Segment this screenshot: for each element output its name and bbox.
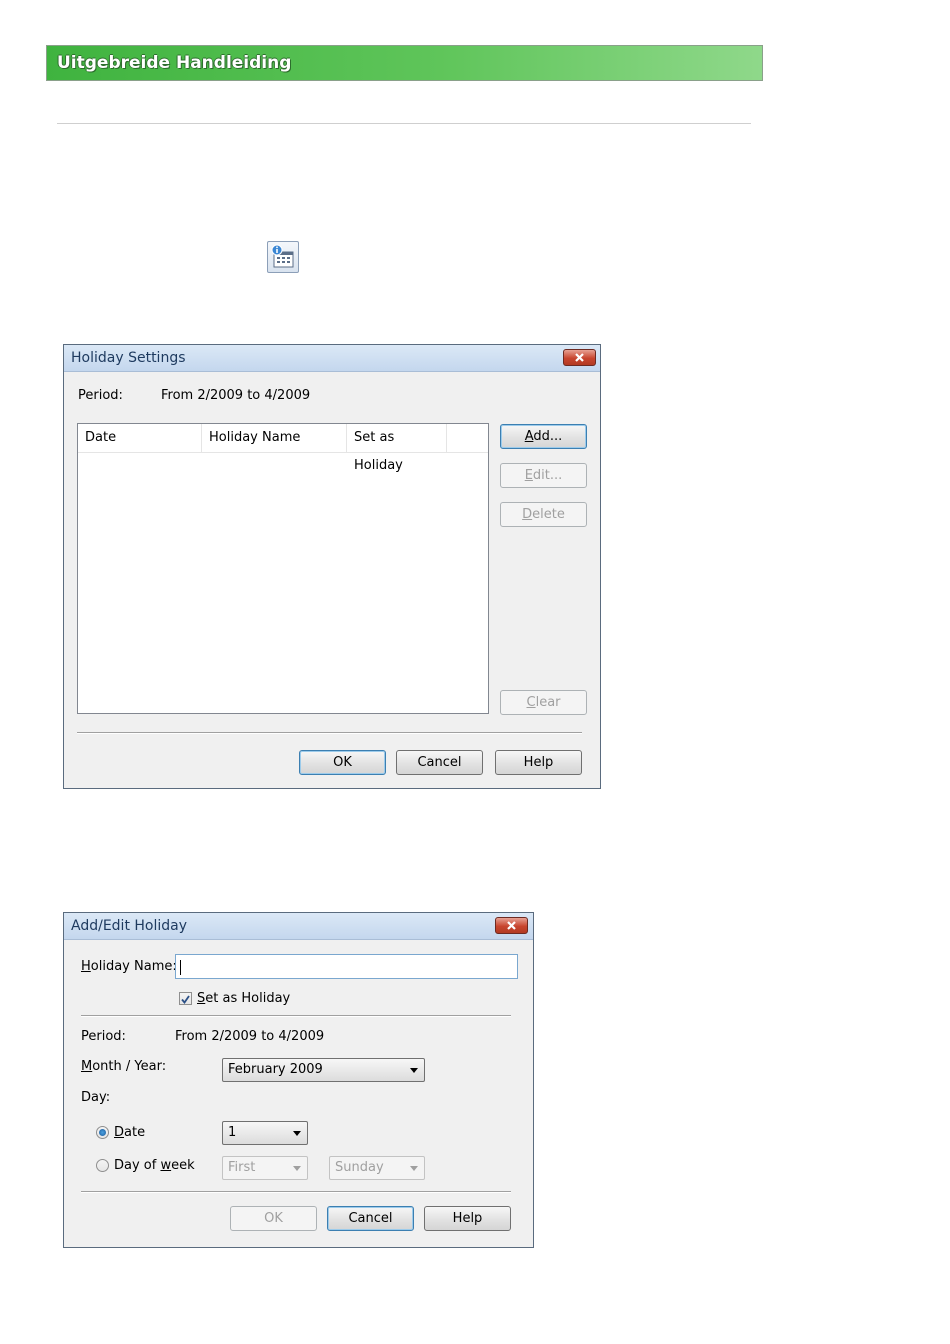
help-button[interactable]: Help	[495, 750, 582, 775]
title-bar: Holiday Settings	[64, 345, 600, 372]
date-option-mnemonic: D	[114, 1125, 125, 1140]
radio-selected-dot	[99, 1129, 106, 1136]
edit-button[interactable]: Edit...	[500, 463, 587, 488]
clear-button-label: lear	[535, 695, 561, 710]
ok-button[interactable]: OK	[230, 1206, 317, 1231]
section-separator	[81, 1015, 511, 1017]
weekday-value: Sunday	[335, 1160, 384, 1175]
set-as-holiday-text: et as Holiday	[205, 991, 291, 1006]
holiday-list[interactable]: Date Holiday Name Set as Holiday	[77, 423, 489, 714]
edit-button-mnemonic: E	[524, 468, 533, 483]
horizontal-rule	[57, 123, 751, 124]
day-of-week-mnemonic: w	[160, 1158, 172, 1173]
month-year-dropdown[interactable]: February 2009	[222, 1058, 425, 1082]
month-year-mnemonic: M	[81, 1059, 93, 1074]
close-icon[interactable]	[495, 917, 528, 934]
date-option-label[interactable]: Date	[114, 1125, 145, 1140]
delete-button[interactable]: Delete	[500, 502, 587, 527]
day-of-week-label[interactable]: Day of week	[114, 1158, 195, 1173]
delete-button-label: elete	[532, 507, 565, 522]
dialog-title: Holiday Settings	[71, 350, 186, 366]
delete-button-mnemonic: D	[522, 507, 533, 522]
column-holiday-name[interactable]: Holiday Name	[202, 424, 347, 452]
checkmark-icon	[181, 995, 190, 1004]
day-of-week-text-end: eek	[171, 1158, 195, 1173]
cancel-button[interactable]: Cancel	[396, 750, 483, 775]
period-label: Period:	[78, 388, 123, 403]
title-bar: Add/Edit Holiday	[64, 913, 533, 940]
list-header: Date Holiday Name Set as Holiday	[78, 424, 488, 473]
period-value: From 2/2009 to 4/2009	[175, 1029, 325, 1044]
chevron-down-icon	[410, 1166, 418, 1171]
add-button-label: dd...	[533, 429, 563, 444]
month-year-label-text: onth / Year:	[92, 1059, 167, 1074]
add-button[interactable]: Add...	[500, 424, 587, 449]
date-option-text: ate	[124, 1125, 146, 1140]
set-as-holiday-checkbox[interactable]	[179, 992, 192, 1005]
set-as-holiday-label[interactable]: Set as Holiday	[197, 991, 290, 1006]
manual-banner: Uitgebreide Handleiding	[46, 45, 763, 81]
period-label: Period:	[81, 1029, 126, 1044]
date-value: 1	[228, 1125, 237, 1140]
chevron-down-icon	[410, 1068, 418, 1073]
chevron-down-icon	[293, 1131, 301, 1136]
day-of-week-text-start: Day of	[114, 1158, 161, 1173]
holiday-name-input[interactable]	[175, 954, 518, 979]
add-edit-holiday-dialog: Add/Edit Holiday Holiday Name: Set as Ho…	[63, 912, 534, 1248]
clear-button-mnemonic: C	[526, 695, 536, 710]
month-year-label: Month / Year:	[81, 1059, 166, 1074]
weekday-dropdown[interactable]: Sunday	[329, 1156, 425, 1180]
day-label: Day:	[81, 1090, 111, 1105]
column-date[interactable]: Date	[78, 424, 202, 452]
week-value: First	[228, 1160, 256, 1175]
edit-button-label: dit...	[532, 468, 563, 483]
holiday-settings-dialog: Holiday Settings Period: From 2/2009 to …	[63, 344, 601, 789]
column-set-as-holiday[interactable]: Set as Holiday	[347, 424, 447, 473]
banner-title: Uitgebreide Handleiding	[57, 53, 292, 73]
help-button[interactable]: Help	[424, 1206, 511, 1231]
holiday-name-label: Holiday Name:	[81, 959, 177, 974]
period-value: From 2/2009 to 4/2009	[161, 388, 311, 403]
chevron-down-icon	[293, 1166, 301, 1171]
month-year-value: February 2009	[228, 1062, 323, 1077]
holiday-name-mnemonic: H	[81, 959, 91, 974]
ok-button[interactable]: OK	[299, 750, 386, 775]
date-dropdown[interactable]: 1	[222, 1121, 308, 1145]
cancel-button[interactable]: Cancel	[327, 1206, 414, 1231]
day-of-week-radio[interactable]	[96, 1159, 109, 1172]
button-separator	[81, 1191, 511, 1193]
dialog-title: Add/Edit Holiday	[71, 918, 188, 934]
text-caret	[180, 960, 181, 975]
holiday-settings-icon[interactable]	[267, 241, 299, 273]
button-separator	[77, 732, 582, 734]
clear-button[interactable]: Clear	[500, 690, 587, 715]
date-radio[interactable]	[96, 1126, 109, 1139]
close-icon[interactable]	[563, 349, 596, 366]
holiday-name-label-text: oliday Name:	[90, 959, 177, 974]
week-dropdown[interactable]: First	[222, 1156, 308, 1180]
